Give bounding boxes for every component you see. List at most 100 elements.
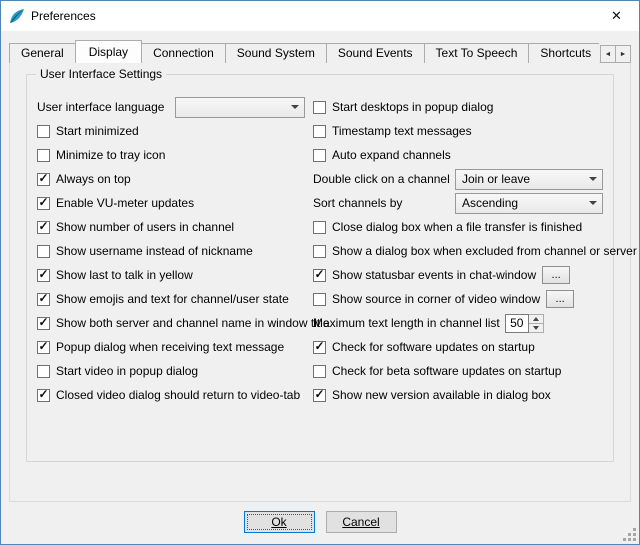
timestamp-text-messages-checkbox[interactable] [313,125,326,138]
resize-grip[interactable] [623,528,637,542]
always-on-top-label[interactable]: Always on top [56,172,131,186]
tab-general[interactable]: General [9,43,76,63]
settings-row: Show a dialog box when excluded from cha… [313,239,603,263]
user-interface-language-label: User interface language [37,100,175,114]
closed-video-dialog-should-return-to-video-tab-checkbox[interactable]: ✓ [37,389,50,402]
show-emojis-and-text-for-channel-user-state-checkbox[interactable]: ✓ [37,293,50,306]
user-interface-language-combobox[interactable] [175,97,305,118]
close-dialog-box-when-a-file-transfer-is-finished-checkbox[interactable] [313,221,326,234]
group-title: User Interface Settings [36,67,166,81]
settings-row: Auto expand channels [313,143,603,167]
tab-page-display: User Interface Settings User interface l… [9,62,631,502]
show-source-in-corner-of-video-window-checkbox[interactable] [313,293,326,306]
settings-column-right: Start desktops in popup dialog Timestamp … [313,95,603,407]
tab-scroll: ◄ ► [600,45,631,63]
close-button[interactable]: ✕ [594,1,639,31]
spin-up-button[interactable] [529,315,543,324]
show-number-of-users-in-channel-checkbox[interactable]: ✓ [37,221,50,234]
show-statusbar-events-in-chat-window-label[interactable]: Show statusbar events in chat-window [332,268,536,282]
checkmark-icon: ✓ [314,388,324,400]
tab-bar: GeneralDisplayConnectionSound SystemSoun… [9,40,599,63]
show-source-in-corner-of-video-window-label[interactable]: Show source in corner of video window [332,292,540,306]
show-source-in-corner-of-video-window-more-button[interactable]: ... [546,290,574,308]
close-dialog-box-when-a-file-transfer-is-finished-label[interactable]: Close dialog box when a file transfer is… [332,220,582,234]
show-a-dialog-box-when-excluded-from-channel-or-server-checkbox[interactable] [313,245,326,258]
start-minimized-label[interactable]: Start minimized [56,124,139,138]
tab-sound-events[interactable]: Sound Events [326,43,425,63]
auto-expand-channels-label[interactable]: Auto expand channels [332,148,451,162]
group-user-interface-settings: User Interface Settings User interface l… [26,74,614,462]
settings-row: Start desktops in popup dialog [313,95,603,119]
popup-dialog-when-receiving-text-message-checkbox[interactable]: ✓ [37,341,50,354]
popup-dialog-when-receiving-text-message-label[interactable]: Popup dialog when receiving text message [56,340,284,354]
checkmark-icon: ✓ [38,172,48,184]
checkmark-icon: ✓ [314,340,324,352]
tab-connection[interactable]: Connection [141,43,226,63]
show-username-instead-of-nickname-checkbox[interactable] [37,245,50,258]
check-for-software-updates-on-startup-checkbox[interactable]: ✓ [313,341,326,354]
show-statusbar-events-in-chat-window-checkbox[interactable]: ✓ [313,269,326,282]
show-statusbar-events-in-chat-window-more-button[interactable]: ... [542,266,570,284]
settings-row: ✓Show both server and channel name in wi… [37,311,305,335]
show-both-server-and-channel-name-in-window-title-checkbox[interactable]: ✓ [37,317,50,330]
minimize-to-tray-icon-checkbox[interactable] [37,149,50,162]
settings-row: Check for beta software updates on start… [313,359,603,383]
maximum-text-length-in-channel-list-spinbox[interactable]: 50 [505,314,544,333]
chevron-down-icon [584,194,602,213]
settings-row: Show username instead of nickname [37,239,305,263]
combobox-value: Ascending [462,196,584,210]
double-click-on-a-channel-combobox[interactable]: Join or leave [455,169,603,190]
show-a-dialog-box-when-excluded-from-channel-or-server-label[interactable]: Show a dialog box when excluded from cha… [332,244,637,258]
settings-row: Start minimized [37,119,305,143]
check-for-software-updates-on-startup-label[interactable]: Check for software updates on startup [332,340,535,354]
tab-sound-system[interactable]: Sound System [225,43,327,63]
show-new-version-available-in-dialog-box-checkbox[interactable]: ✓ [313,389,326,402]
check-for-beta-software-updates-on-startup-checkbox[interactable] [313,365,326,378]
tab-shortcuts[interactable]: Shortcuts [528,43,599,63]
closed-video-dialog-should-return-to-video-tab-label[interactable]: Closed video dialog should return to vid… [56,388,300,402]
start-desktops-in-popup-dialog-label[interactable]: Start desktops in popup dialog [332,100,493,114]
settings-row: Double click on a channel Join or leave [313,167,603,191]
enable-vu-meter-updates-label[interactable]: Enable VU-meter updates [56,196,194,210]
ok-button[interactable]: Ok [244,511,315,533]
spin-down-button[interactable] [529,324,543,332]
show-number-of-users-in-channel-label[interactable]: Show number of users in channel [56,220,234,234]
sort-channels-by-combobox[interactable]: Ascending [455,193,603,214]
auto-expand-channels-checkbox[interactable] [313,149,326,162]
minimize-to-tray-icon-label[interactable]: Minimize to tray icon [56,148,165,162]
show-both-server-and-channel-name-in-window-title-label[interactable]: Show both server and channel name in win… [56,316,330,330]
settings-row: ✓ Always on top [37,167,305,191]
check-for-beta-software-updates-on-startup-label[interactable]: Check for beta software updates on start… [332,364,561,378]
settings-columns: User interface language Start minimized Mi… [27,75,613,407]
combobox-value: Join or leave [462,172,584,186]
show-emojis-and-text-for-channel-user-state-label[interactable]: Show emojis and text for channel/user st… [56,292,289,306]
timestamp-text-messages-label[interactable]: Timestamp text messages [332,124,472,138]
chevron-down-icon [286,98,304,117]
double-click-on-a-channel-label: Double click on a channel [313,172,450,186]
always-on-top-checkbox[interactable]: ✓ [37,173,50,186]
settings-row: ✓ Show emojis and text for channel/user s… [37,287,305,311]
tab-scroll-right-button[interactable]: ► [615,45,631,63]
spinbox-value[interactable]: 50 [505,314,529,333]
sort-channels-by-label: Sort channels by [313,196,402,210]
settings-row: ✓ Show new version available in dialog bo… [313,383,603,407]
start-desktops-in-popup-dialog-checkbox[interactable] [313,101,326,114]
start-video-in-popup-dialog-checkbox[interactable] [37,365,50,378]
checkmark-icon: ✓ [38,316,48,328]
settings-row: ✓ Show number of users in channel [37,215,305,239]
tab-text-to-speech[interactable]: Text To Speech [424,43,530,63]
start-video-in-popup-dialog-label[interactable]: Start video in popup dialog [56,364,198,378]
tab-scroll-left-button[interactable]: ◄ [600,45,616,63]
maximum-text-length-in-channel-list-label: Maximum text length in channel list [313,316,500,330]
show-last-to-talk-in-yellow-checkbox[interactable]: ✓ [37,269,50,282]
settings-row: Maximum text length in channel list 50 [313,311,603,335]
show-last-to-talk-in-yellow-label[interactable]: Show last to talk in yellow [56,268,193,282]
tab-display[interactable]: Display [75,40,142,63]
start-minimized-checkbox[interactable] [37,125,50,138]
cancel-button[interactable]: Cancel [326,511,397,533]
titlebar: Preferences ✕ [1,1,639,31]
checkmark-icon: ✓ [38,220,48,232]
show-username-instead-of-nickname-label[interactable]: Show username instead of nickname [56,244,253,258]
show-new-version-available-in-dialog-box-label[interactable]: Show new version available in dialog box [332,388,551,402]
enable-vu-meter-updates-checkbox[interactable]: ✓ [37,197,50,210]
